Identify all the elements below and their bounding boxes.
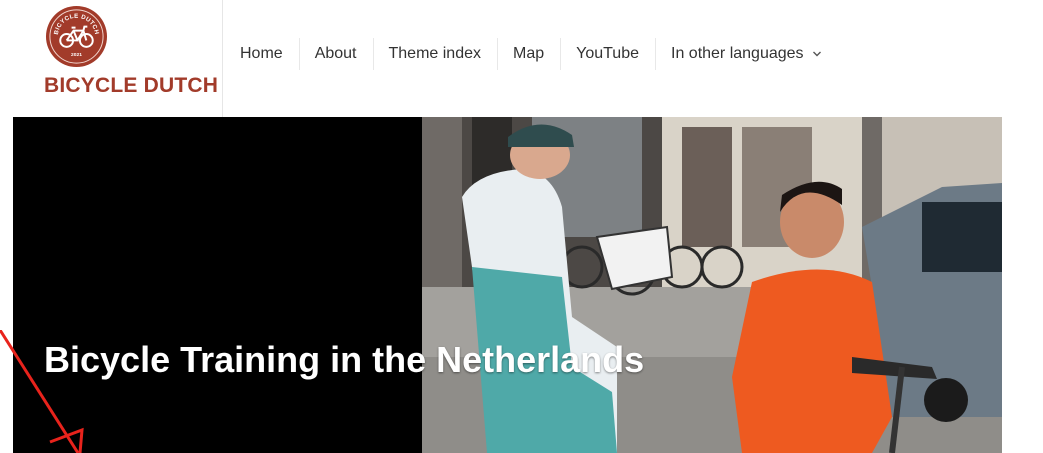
nav-about[interactable]: About (298, 34, 373, 74)
nav-home[interactable]: Home (224, 34, 299, 74)
nav-in-other-languages-label: In other languages (671, 45, 804, 62)
hero-banner[interactable]: Bicycle Training in the Netherlands (13, 117, 1002, 453)
nav-theme-index[interactable]: Theme index (372, 34, 498, 74)
hero-photo (422, 117, 1002, 453)
bicycle-logo-icon: BICYCLE DUTCH 2021 (45, 5, 108, 68)
chevron-down-icon[interactable] (812, 49, 822, 59)
site-logo[interactable]: BICYCLE DUTCH 2021 BICYCLE DUTCH (0, 0, 223, 117)
nav-youtube[interactable]: YouTube (560, 34, 655, 74)
logo-badge-year: 2021 (71, 52, 82, 58)
hero-title: Bicycle Training in the Netherlands (44, 339, 645, 380)
main-navigation: Home About Theme index Map YouTube In ot… (224, 34, 838, 74)
site-header: BICYCLE DUTCH 2021 BICYCLE DUTCH Home Ab… (0, 0, 1043, 117)
nav-map[interactable]: Map (497, 34, 560, 74)
nav-in-other-languages[interactable]: In other languages (655, 34, 838, 74)
logo-text[interactable]: BICYCLE DUTCH (44, 74, 218, 98)
